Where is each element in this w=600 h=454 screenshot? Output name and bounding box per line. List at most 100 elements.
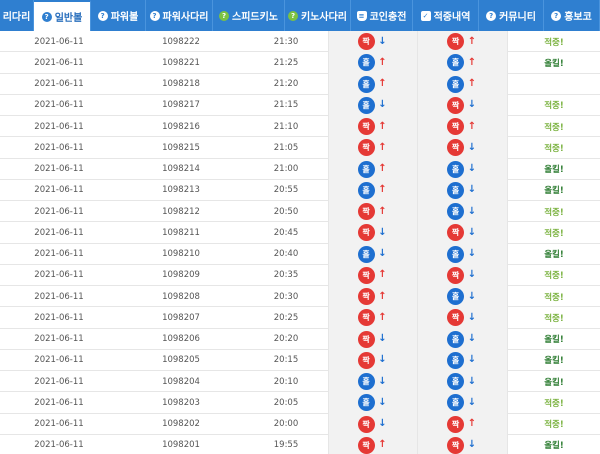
row-pick-1: 짝 ↑ [328,264,418,286]
red-ball-icon: 짝 [447,224,464,242]
row-date: 2021-06-11 [34,397,84,408]
nav-item-6[interactable]: ≡ 코인충전 [351,0,413,31]
row-result: 올킬! [544,335,564,346]
blue-ball-icon: 홀 [447,203,464,221]
row-pick-1: 짝 ↑ [328,434,418,454]
row-round-number: 1098211 [162,227,200,238]
row-pick-2: 짝 ↑ [418,413,508,435]
table-row: 2021-06-11 1098213 20:55 홀 ↑ 홀 ↓ 올킬! [0,179,600,201]
row-round-number: 1098217 [162,100,200,111]
row-time: 20:40 [273,249,299,260]
nav-item-label: 적중내역 [433,12,471,23]
arrow-up-icon: ↑ [378,184,387,196]
arrow-up-icon: ↑ [467,56,477,68]
row-pick-2: 홀 ↓ [418,179,508,201]
red-ball-icon: 짝 [357,415,375,433]
blue-ball-icon: 홀 [447,394,464,412]
help-icon: ? [288,10,298,21]
arrow-up-icon: ↑ [378,290,387,302]
row-pick-1: 홀 ↑ [328,179,418,201]
blue-ball-icon: 홀 [357,54,375,72]
row-result: 적중! [544,101,564,112]
table-row: 2021-06-11 1098202 20:00 짝 ↓ 짝 ↑ 적중! [0,413,600,435]
row-date: 2021-06-11 [34,57,84,68]
nav-item-1[interactable]: ? 일반볼 [34,0,91,31]
nav-item-9[interactable]: ? 홍보코 [544,0,600,31]
row-pick-1: 홀 ↑ [328,158,418,180]
row-pick-1: 홀 ↓ [328,371,418,393]
nav-item-7[interactable]: ✓ 적중내역 [413,0,479,31]
row-round-number: 1098215 [162,142,200,153]
help-icon: ? [149,10,160,21]
nav-item-0[interactable]: 리다리 [0,0,34,31]
table-row: 2021-06-11 1098214 21:00 홀 ↑ 홀 ↓ 올킬! [0,158,600,180]
row-pick-2: 홀 ↓ [418,201,508,223]
row-result: 적중! [544,207,564,218]
red-ball-icon: 짝 [447,96,464,114]
arrow-down-icon: ↓ [467,375,477,387]
row-round-number: 1098209 [162,270,200,281]
arrow-down-icon: ↓ [467,141,477,153]
row-time: 20:10 [273,376,299,387]
row-result: 적중! [544,37,564,48]
arrow-up-icon: ↑ [467,35,477,47]
arrow-down-icon: ↓ [467,396,477,408]
arrow-down-icon: ↓ [467,269,477,281]
row-round-number: 1098221 [162,57,200,68]
red-ball-icon: 짝 [357,351,375,369]
arrow-up-icon: ↑ [378,56,387,68]
row-result: 적중! [544,228,564,239]
checkbox-icon: ✓ [420,10,431,21]
arrow-up-icon: ↑ [378,205,387,217]
red-ball-icon: 짝 [357,224,375,242]
red-ball-icon: 짝 [357,309,375,327]
blue-ball-icon: 홀 [447,75,464,93]
table-row: 2021-06-11 1098204 20:10 홀 ↓ 홀 ↓ 올킬! [0,371,600,393]
red-ball-icon: 짝 [447,139,464,157]
row-result: 적중! [544,143,564,154]
row-result: 올킬! [544,250,564,261]
arrow-up-icon: ↑ [378,311,387,323]
row-pick-2: 짝 ↓ [418,94,508,116]
row-result: 적중! [544,398,564,409]
row-pick-1: 짝 ↓ [328,328,418,350]
row-pick-1: 홀 ↑ [328,52,418,74]
table-row: 2021-06-11 1098203 20:05 홀 ↓ 홀 ↓ 적중! [0,392,600,414]
nav-item-label: 파워볼 [110,12,139,23]
nav-item-3[interactable]: ? 파워사다리 [146,0,213,31]
row-round-number: 1098205 [162,355,200,366]
row-pick-1: 짝 ↑ [328,116,418,138]
arrow-up-icon: ↑ [378,120,387,132]
red-ball-icon: 짝 [357,330,375,348]
red-ball-icon: 짝 [357,33,375,51]
nav-item-4[interactable]: ? 스피드키노 [213,0,285,31]
blue-ball-icon: 홀 [447,330,464,348]
row-result: 적중! [544,420,564,431]
row-time: 20:15 [273,355,299,366]
blue-ball-icon: 홀 [357,96,375,114]
arrow-up-icon: ↑ [378,269,387,281]
row-date: 2021-06-11 [34,312,84,323]
red-ball-icon: 짝 [357,288,375,306]
table-row: 2021-06-11 1098221 21:25 홀 ↑ 홀 ↑ 올킬! [0,52,600,74]
red-ball-icon: 짝 [357,203,375,221]
row-pick-2: 짝 ↓ [418,222,508,244]
arrow-down-icon: ↓ [467,290,477,302]
table-row: 2021-06-11 1098222 21:30 짝 ↓ 짝 ↑ 적중! [0,31,600,53]
row-pick-1: 짝 ↑ [328,286,418,308]
arrow-down-icon: ↓ [467,226,477,238]
table-row: 2021-06-11 1098207 20:25 짝 ↑ 짝 ↓ 적중! [0,307,600,329]
row-round-number: 1098206 [162,334,200,345]
arrow-up-icon: ↑ [467,418,477,430]
help-icon: ? [219,10,229,21]
table-row: 2021-06-11 1098209 20:35 짝 ↑ 짝 ↓ 적중! [0,264,600,286]
row-result: 적중! [544,313,564,324]
row-pick-2: 홀 ↑ [418,73,508,95]
row-date: 2021-06-11 [34,227,84,238]
nav-item-label: 키노사다리 [301,12,347,23]
nav-item-2[interactable]: ? 파워볼 [91,0,146,31]
nav-item-8[interactable]: ? 커뮤니티 [479,0,544,31]
red-ball-icon: 짝 [357,139,375,157]
nav-item-5[interactable]: ? 키노사다리 [285,0,351,31]
row-result: 올킬! [544,441,564,452]
